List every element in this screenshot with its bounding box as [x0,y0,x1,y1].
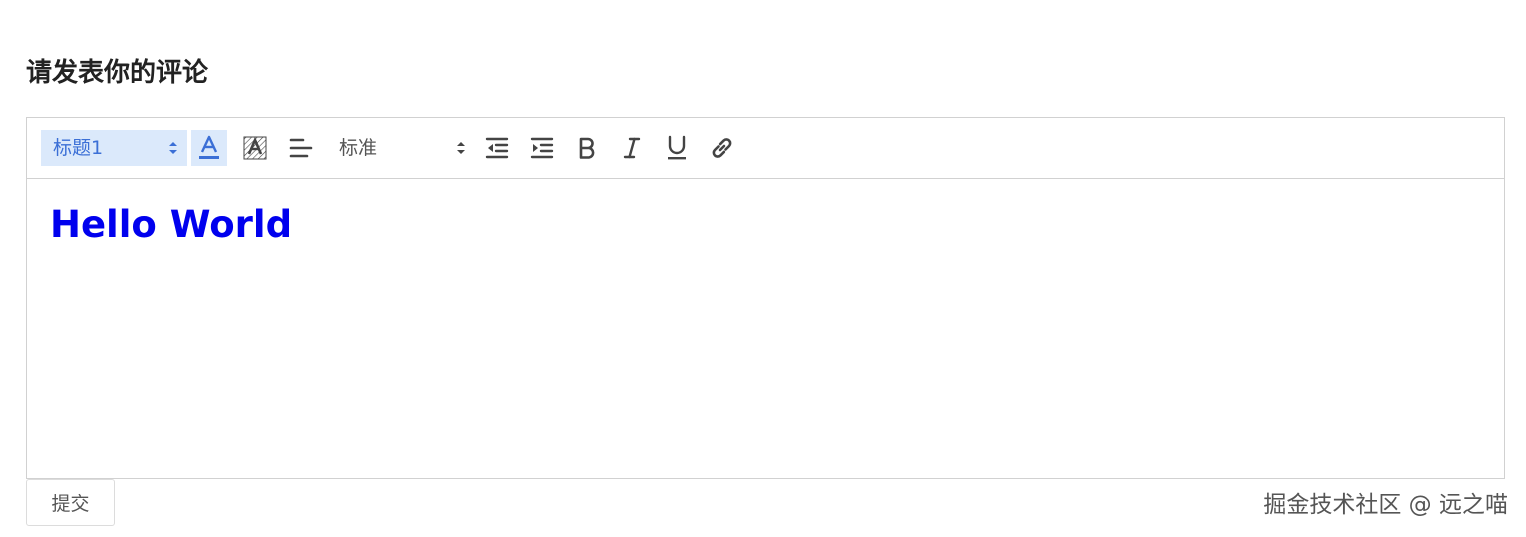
background-color-icon [242,135,268,161]
underline-icon [666,135,688,161]
align-button[interactable] [283,130,319,166]
text-color-icon [196,134,222,162]
editor-toolbar: 标题1 标准 [27,118,1504,179]
bold-icon [577,136,597,160]
align-left-icon [289,136,313,160]
link-button[interactable] [704,130,740,166]
bold-button[interactable] [569,130,605,166]
italic-button[interactable] [614,130,650,166]
size-select[interactable]: 标准 [331,130,467,166]
outdent-button[interactable] [479,130,515,166]
background-color-button[interactable] [237,130,273,166]
indent-icon [530,136,554,160]
link-icon [709,135,735,161]
size-select-value: 标准 [339,137,378,159]
header-select[interactable]: 标题1 [41,130,187,166]
rich-text-editor: 标题1 标准 Hello World [26,117,1505,479]
select-arrows-icon [455,140,467,160]
indent-button[interactable] [524,130,560,166]
content-heading: Hello World [50,203,293,246]
outdent-icon [485,136,509,160]
comment-page: 请发表你的评论 标题1 标准 Hello World 提交 掘金技术社区 @ 远… [0,0,1526,537]
text-color-button[interactable] [191,130,227,166]
page-title: 请发表你的评论 [26,58,209,88]
header-select-value: 标题1 [53,137,104,159]
watermark: 掘金技术社区 @ 远之喵 [1263,492,1508,518]
underline-button[interactable] [659,130,695,166]
select-arrows-icon [167,140,179,160]
italic-icon [622,136,642,160]
submit-button[interactable]: 提交 [26,479,115,526]
editor-content[interactable]: Hello World [27,179,1504,478]
